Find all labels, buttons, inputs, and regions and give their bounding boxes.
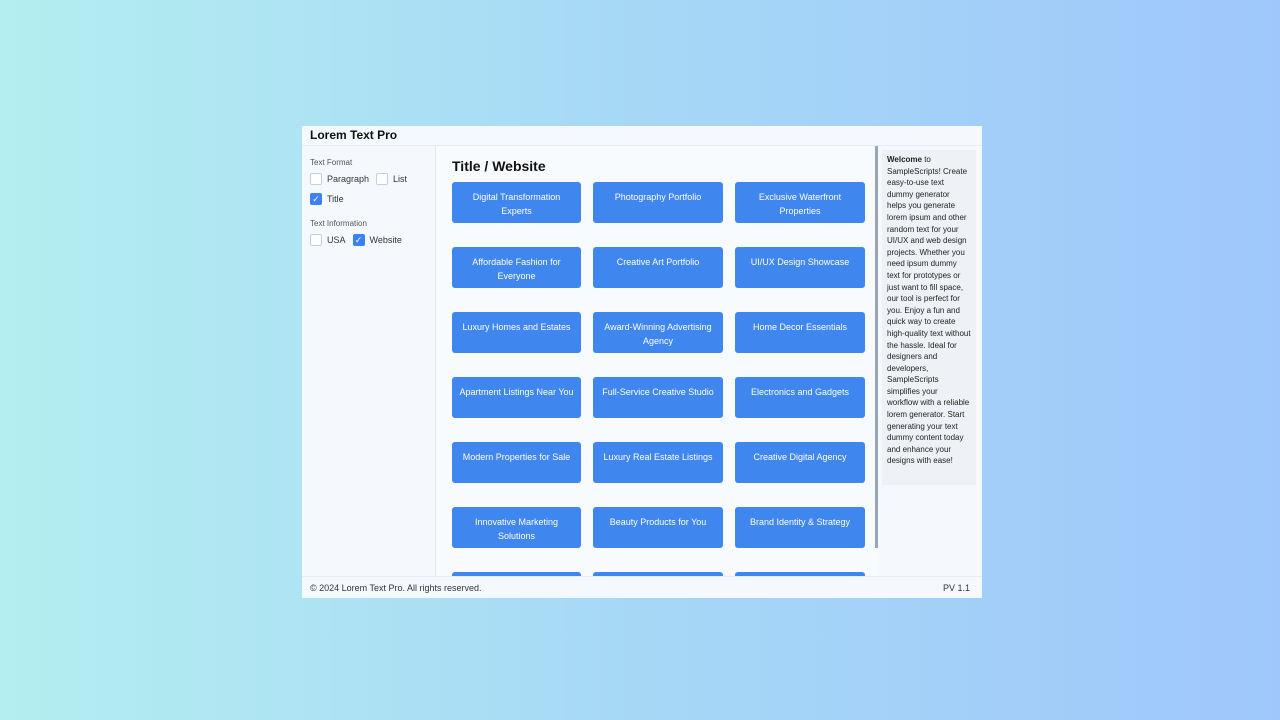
text-format-title: Text Format bbox=[310, 158, 353, 167]
website-checkbox[interactable]: ✓ bbox=[352, 234, 365, 246]
text-card[interactable]: Home Decor Essentials bbox=[735, 312, 865, 353]
option-usa[interactable]: USA bbox=[310, 234, 346, 246]
text-card[interactable] bbox=[735, 572, 865, 576]
list-checkbox[interactable] bbox=[376, 173, 389, 185]
text-card[interactable]: UI/UX Design Showcase bbox=[735, 247, 865, 288]
app-window: Lorem Text Pro Text Format Paragraph Lis… bbox=[302, 126, 982, 598]
scrollbar[interactable] bbox=[875, 146, 878, 548]
app-title: Lorem Text Pro bbox=[302, 126, 982, 146]
text-card[interactable]: Photography Portfolio bbox=[593, 182, 723, 223]
option-list[interactable]: List bbox=[376, 173, 407, 185]
list-label: List bbox=[393, 174, 408, 184]
text-card[interactable] bbox=[452, 572, 581, 576]
info-options-row: USA ✓ Website bbox=[310, 234, 427, 246]
text-card[interactable]: Affordable Fashion for Everyone bbox=[452, 247, 581, 288]
footer: © 2024 Lorem Text Pro. All rights reserv… bbox=[302, 576, 982, 598]
format-options-row-2: ✓ Title bbox=[310, 193, 427, 205]
text-card[interactable]: Luxury Homes and Estates bbox=[452, 312, 581, 353]
usa-label: USA bbox=[327, 235, 346, 245]
option-website[interactable]: ✓ Website bbox=[352, 234, 402, 246]
app-body: Text Format Paragraph List ✓ Title Text … bbox=[302, 146, 982, 576]
option-paragraph[interactable]: Paragraph bbox=[310, 173, 369, 185]
text-card[interactable]: Beauty Products for You bbox=[593, 507, 723, 548]
sidebar: Text Format Paragraph List ✓ Title Text … bbox=[302, 146, 436, 576]
format-options-row-1: Paragraph List bbox=[310, 173, 427, 185]
text-card[interactable]: Full-Service Creative Studio bbox=[593, 377, 723, 418]
card-grid: Digital Transformation Experts Photograp… bbox=[452, 182, 865, 576]
info-panel: Welcome to SampleScripts! Create easy-to… bbox=[878, 146, 982, 576]
website-label: Website bbox=[369, 235, 402, 245]
text-card[interactable]: Modern Properties for Sale bbox=[452, 442, 581, 483]
text-card[interactable]: Digital Transformation Experts bbox=[452, 182, 581, 223]
text-card[interactable]: Luxury Real Estate Listings bbox=[593, 442, 723, 483]
welcome-text: Welcome to SampleScripts! Create easy-to… bbox=[882, 150, 976, 485]
check-icon: ✓ bbox=[354, 234, 363, 245]
check-icon: ✓ bbox=[312, 193, 320, 204]
title-checkbox[interactable]: ✓ bbox=[310, 193, 322, 205]
welcome-bold: Welcome bbox=[887, 155, 922, 164]
text-card[interactable]: Apartment Listings Near You bbox=[452, 377, 581, 418]
copyright-text: © 2024 Lorem Text Pro. All rights reserv… bbox=[310, 582, 482, 593]
text-information-title: Text Information bbox=[310, 219, 367, 228]
text-card[interactable]: Creative Art Portfolio bbox=[593, 247, 723, 288]
page-title: Title / Website bbox=[452, 158, 546, 174]
text-card[interactable]: Exclusive Waterfront Properties bbox=[735, 182, 865, 223]
title-label: Title bbox=[327, 194, 344, 204]
text-card[interactable]: Electronics and Gadgets bbox=[735, 377, 865, 418]
text-card[interactable]: Creative Digital Agency bbox=[735, 442, 865, 483]
text-card[interactable]: Award-Winning Advertising Agency bbox=[593, 312, 723, 353]
text-card[interactable] bbox=[593, 572, 723, 576]
text-card[interactable]: Brand Identity & Strategy bbox=[735, 507, 865, 548]
version-label: PV 1.1 bbox=[942, 582, 970, 593]
text-card[interactable]: Innovative Marketing Solutions bbox=[452, 507, 581, 548]
welcome-body: to SampleScripts! Create easy-to-use tex… bbox=[887, 155, 971, 466]
option-title[interactable]: ✓ Title bbox=[310, 193, 344, 205]
paragraph-checkbox[interactable] bbox=[310, 173, 322, 185]
paragraph-label: Paragraph bbox=[327, 174, 370, 184]
main-content: Title / Website Digital Transformation E… bbox=[436, 146, 878, 576]
usa-checkbox[interactable] bbox=[310, 234, 322, 246]
